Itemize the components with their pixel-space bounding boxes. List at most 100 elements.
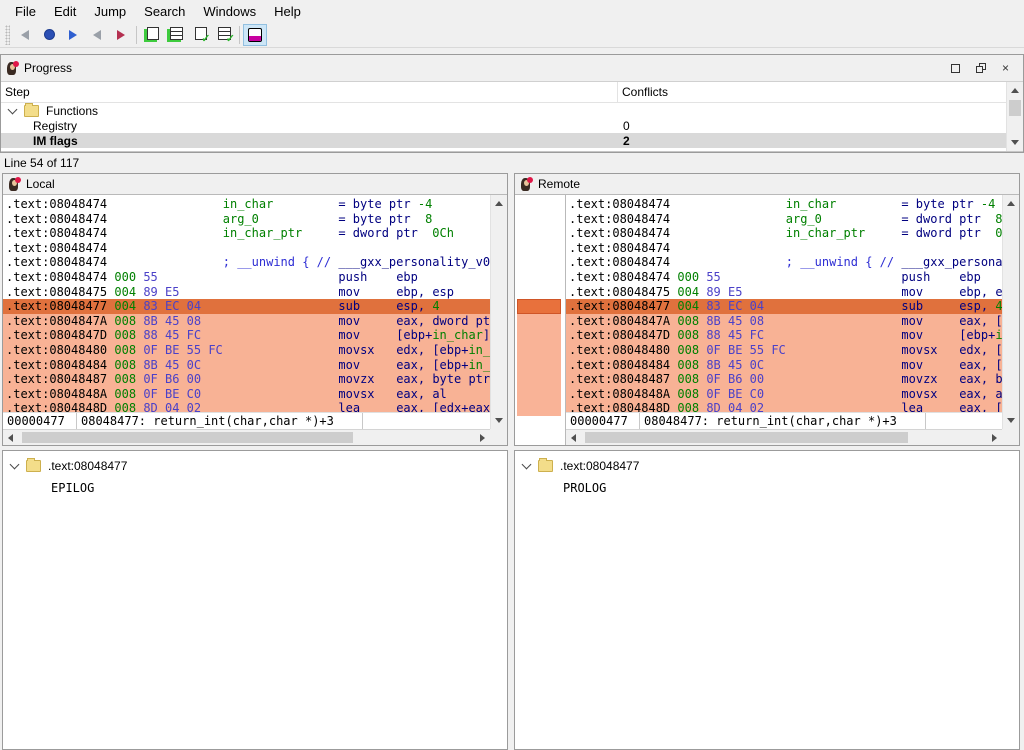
disasm-line[interactable]: .text:08048475 004 89 E5 mov ebp, esp	[566, 285, 1002, 300]
local-status-offset: 00000477	[3, 413, 77, 429]
conflicts-count: 2	[618, 134, 630, 148]
list-check-icon[interactable]: ✓	[212, 24, 236, 46]
toolbar: ✓ ✓	[0, 22, 1024, 48]
diff-marker-block[interactable]	[517, 314, 561, 416]
disasm-line[interactable]: .text:0804848D 008 8D 04 02 lea eax, [ed…	[566, 401, 1002, 412]
local-listing-area[interactable]: .text:08048474 in_char = byte ptr -4.tex…	[3, 195, 507, 445]
maximize-button[interactable]	[950, 63, 961, 74]
app-icon	[519, 177, 533, 191]
menu-file[interactable]: File	[6, 2, 45, 21]
disasm-line[interactable]: .text:08048475 004 89 E5 mov ebp, esp	[3, 285, 490, 300]
column-conflicts[interactable]: Conflicts	[618, 82, 672, 102]
chevron-down-icon[interactable]	[10, 460, 20, 470]
disasm-line[interactable]: .text:08048480 008 0F BE 55 FC movsx edx…	[3, 343, 490, 358]
disasm-line[interactable]: .text:08048474 000 55 push ebp	[566, 270, 1002, 285]
disasm-line[interactable]: .text:08048477 004 83 EC 04 sub esp, 4	[3, 299, 490, 314]
remote-pane-title: Remote	[538, 177, 580, 191]
disasm-line[interactable]: .text:0804848A 008 0F BE C0 movsx eax, a…	[566, 387, 1002, 402]
menu-help[interactable]: Help	[265, 2, 310, 21]
toolbar-drag-handle[interactable]	[5, 25, 10, 45]
tree-row-registry[interactable]: Registry0	[1, 118, 1023, 133]
remote-pane: Remote .text:08048474 in_char = byte ptr…	[514, 173, 1020, 446]
remote-horizontal-scrollbar[interactable]	[566, 429, 1002, 445]
disasm-line[interactable]: .text:0804848D 008 8D 04 02 lea eax, [ed…	[3, 401, 490, 412]
forward-arrow-icon[interactable]	[61, 24, 85, 46]
remote-node-child[interactable]: PROLOG	[563, 481, 1019, 495]
document-check-icon[interactable]: ✓	[188, 24, 212, 46]
disasm-line[interactable]: .text:08048474 in_char = byte ptr -4	[566, 197, 1002, 212]
diff-marker-current[interactable]	[517, 299, 561, 314]
document-icon[interactable]	[140, 24, 164, 46]
menu-bar: FileEditJumpSearchWindowsHelp	[0, 0, 1024, 22]
disasm-line[interactable]: .text:08048474 ; __unwind { // ___gxx_pe…	[3, 255, 490, 270]
remote-pane-header[interactable]: Remote	[515, 174, 1019, 195]
column-step[interactable]: Step	[1, 82, 618, 102]
disasm-line[interactable]: .text:08048484 008 8B 45 0C mov eax, [eb…	[3, 358, 490, 373]
disasm-line[interactable]: .text:0804847A 008 8B 45 08 mov eax, dwo…	[3, 314, 490, 329]
disasm-line[interactable]: .text:08048474 in_char = byte ptr -4	[3, 197, 490, 212]
local-node-label[interactable]: .text:08048477	[48, 459, 127, 473]
tree-row-label: Registry	[33, 119, 77, 133]
tree-header[interactable]: Step Conflicts	[1, 82, 1023, 103]
tree-row-im-flags[interactable]: IM flags 2	[1, 133, 1023, 148]
remote-status-bar: 00000477 08048477: return_int(char,char …	[566, 412, 1002, 429]
local-pane-header[interactable]: Local	[3, 174, 507, 195]
listing-remote: .text:08048474 in_char = byte ptr -4.tex…	[566, 197, 1002, 412]
local-pane-title: Local	[26, 177, 55, 191]
tree-rows: FunctionsRegistry0IM flags 2	[1, 103, 1023, 151]
chevron-down-icon[interactable]	[522, 460, 532, 470]
progress-tree: Step Conflicts FunctionsRegistry0IM flag…	[1, 81, 1023, 152]
disasm-line[interactable]: .text:08048474	[566, 241, 1002, 256]
menu-edit[interactable]: Edit	[45, 2, 85, 21]
back-arrow-icon[interactable]	[13, 24, 37, 46]
nav-sphere-icon[interactable]	[37, 24, 61, 46]
disasm-line[interactable]: .text:08048474 in_char_ptr = dword ptr 0…	[566, 226, 1002, 241]
list-icon[interactable]	[164, 24, 188, 46]
tree-row-label: Functions	[46, 104, 98, 118]
local-node-child[interactable]: EPILOG	[51, 481, 507, 495]
tree-row-label: IM flags	[33, 134, 78, 148]
disasm-line[interactable]: .text:0804847A 008 8B 45 08 mov eax, [eb…	[566, 314, 1002, 329]
disasm-line[interactable]: .text:08048474 in_char_ptr = dword ptr 0…	[3, 226, 490, 241]
disasm-line[interactable]: .text:08048474 arg_0 = byte ptr 8	[3, 212, 490, 227]
disasm-line[interactable]: .text:08048477 004 83 EC 04 sub esp, 4	[566, 299, 1002, 314]
menu-search[interactable]: Search	[135, 2, 194, 21]
diff-gutter[interactable]	[515, 195, 566, 445]
disasm-line[interactable]: .text:08048474 ; __unwind { // ___gxx_pe…	[566, 255, 1002, 270]
remote-listing-area[interactable]: .text:08048474 in_char = byte ptr -4.tex…	[566, 195, 1019, 445]
progress-title-bar[interactable]: Progress ×	[1, 55, 1023, 81]
merge-window-icon[interactable]	[243, 24, 267, 46]
disasm-line[interactable]: .text:08048487 008 0F B6 00 movzx eax, b…	[566, 372, 1002, 387]
remote-node-label[interactable]: .text:08048477	[560, 459, 639, 473]
disasm-line[interactable]: .text:08048487 008 0F B6 00 movzx eax, b…	[3, 372, 490, 387]
diff-panes: Local .text:08048474 in_char = byte ptr …	[0, 173, 1024, 446]
bottom-panes: .text:08048477 EPILOG .text:08048477 PRO…	[0, 450, 1024, 750]
local-epilog-pane: .text:08048477 EPILOG	[2, 450, 508, 750]
chevron-down-icon[interactable]	[8, 104, 18, 114]
disasm-line[interactable]: .text:08048484 008 8B 45 0C mov eax, [eb…	[566, 358, 1002, 373]
prev-arrow-icon[interactable]	[85, 24, 109, 46]
disasm-line[interactable]: .text:0804847D 008 88 45 FC mov [ebp+in_…	[566, 328, 1002, 343]
restore-button[interactable]	[975, 63, 986, 74]
disasm-line[interactable]: .text:0804847D 008 88 45 FC mov [ebp+in_…	[3, 328, 490, 343]
disasm-line[interactable]: .text:0804848A 008 0F BE C0 movsx eax, a…	[3, 387, 490, 402]
ida-merge-app: FileEditJumpSearchWindowsHelp ✓ ✓ Progre…	[0, 0, 1024, 750]
tree-vertical-scrollbar[interactable]	[1006, 82, 1023, 151]
disasm-line[interactable]: .text:08048474 arg_0 = dword ptr 8	[566, 212, 1002, 227]
disasm-line[interactable]: .text:08048480 008 0F BE 55 FC movsx edx…	[566, 343, 1002, 358]
remote-vertical-scrollbar[interactable]	[1002, 195, 1019, 429]
tree-row-functions[interactable]: Functions	[1, 103, 1023, 118]
local-horizontal-scrollbar[interactable]	[3, 429, 490, 445]
disasm-line[interactable]: .text:08048474 000 55 push ebp	[3, 270, 490, 285]
local-vertical-scrollbar[interactable]	[490, 195, 507, 429]
toolbar-separator	[239, 26, 240, 44]
local-status-function: 08048477: return_int(char,char *)+3	[77, 413, 363, 429]
progress-window: Progress × Step Conflicts FunctionsRegis…	[0, 54, 1024, 153]
folder-icon	[538, 460, 553, 472]
disasm-line[interactable]: .text:08048474	[3, 241, 490, 256]
remote-status-function: 08048477: return_int(char,char *)+3	[640, 413, 926, 429]
menu-windows[interactable]: Windows	[194, 2, 265, 21]
menu-jump[interactable]: Jump	[85, 2, 135, 21]
next-arrow-icon[interactable]	[109, 24, 133, 46]
close-icon[interactable]: ×	[1000, 63, 1011, 74]
